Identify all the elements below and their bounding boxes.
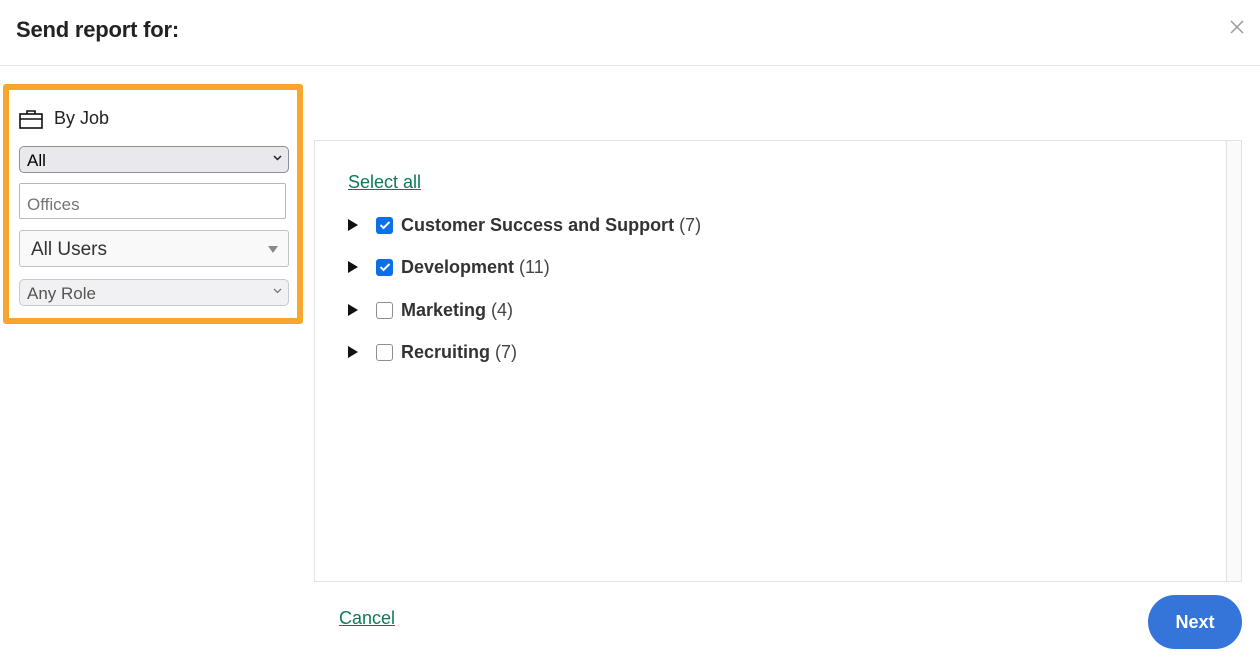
offices-input[interactable] — [19, 183, 286, 219]
close-button[interactable] — [1226, 16, 1248, 38]
dropdown-arrow-icon — [268, 246, 278, 253]
briefcase-icon — [19, 109, 43, 129]
department-count: (7) — [495, 341, 518, 362]
department-row: Development (11) — [348, 255, 550, 279]
job-scope-value: All — [27, 151, 46, 170]
expand-arrow-icon[interactable] — [348, 261, 358, 273]
next-button[interactable]: Next — [1148, 595, 1242, 649]
dialog-header: Send report for: — [0, 0, 1260, 66]
users-select[interactable]: All Users — [19, 230, 289, 267]
close-icon — [1226, 16, 1248, 38]
dialog-title: Send report for: — [16, 17, 180, 42]
department-row: Customer Success and Support (7) — [348, 213, 701, 237]
job-scope-select[interactable]: All — [19, 146, 289, 173]
expand-arrow-icon[interactable] — [348, 219, 358, 231]
department-checkbox[interactable] — [376, 258, 393, 276]
scrollbar[interactable] — [1226, 141, 1241, 581]
department-row: Marketing (4) — [348, 298, 513, 322]
chevron-down-icon — [273, 288, 282, 294]
select-all-link[interactable]: Select all — [348, 172, 421, 193]
department-name: Development — [401, 256, 515, 277]
department-count: (4) — [491, 299, 514, 320]
by-job-label: By Job — [54, 108, 110, 128]
role-select-value: Any Role — [27, 284, 96, 303]
department-count: (11) — [519, 256, 550, 277]
department-checkbox[interactable] — [376, 216, 393, 234]
cancel-link[interactable]: Cancel — [339, 608, 395, 629]
department-list-panel: Select all Customer Success and Support … — [314, 140, 1242, 582]
department-name: Customer Success and Support — [401, 214, 675, 235]
users-select-value: All Users — [31, 239, 108, 260]
expand-arrow-icon[interactable] — [348, 346, 358, 358]
role-select[interactable]: Any Role — [19, 279, 289, 306]
expand-arrow-icon[interactable] — [348, 304, 358, 316]
department-name: Marketing — [401, 299, 487, 320]
chevron-down-icon — [273, 155, 282, 161]
department-name: Recruiting — [401, 341, 491, 362]
filter-panel: By Job All All Users Any Role — [3, 84, 303, 324]
department-count: (7) — [679, 214, 702, 235]
department-row: Recruiting (7) — [348, 340, 517, 364]
department-checkbox[interactable] — [376, 301, 393, 319]
by-job-heading: By Job — [19, 108, 109, 129]
department-checkbox[interactable] — [376, 343, 393, 361]
